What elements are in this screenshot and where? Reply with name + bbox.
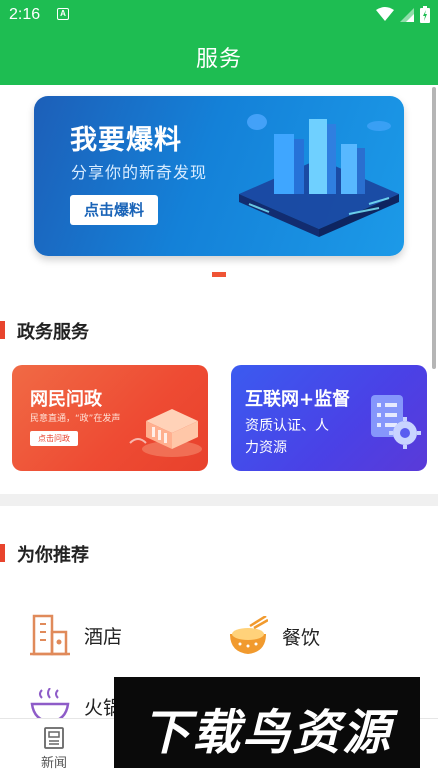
notification-icon: A <box>57 8 69 20</box>
hotel-icon <box>30 614 70 656</box>
signal-icon <box>400 7 414 22</box>
gov-section-title: 政务服务 <box>17 322 89 343</box>
rec-section-title: 为你推荐 <box>17 545 89 566</box>
inquiry-button[interactable]: 点击问政 <box>30 431 78 446</box>
carousel-indicator[interactable] <box>212 272 226 277</box>
nav-tab-news[interactable]: 新闻 <box>24 727 84 771</box>
card-subtitle: 民意直通，“政”在发声 <box>30 414 121 424</box>
scrollbar[interactable] <box>432 87 436 369</box>
section-divider <box>0 494 438 506</box>
government-building-icon <box>129 409 202 457</box>
card-title: 网民问政 <box>30 389 102 410</box>
wifi-icon <box>376 7 394 21</box>
rec-item-dining[interactable]: 餐饮 <box>228 616 320 656</box>
card-subtitle: 资质认证、人力资源 <box>245 418 329 456</box>
rec-item-hotel[interactable]: 酒店 <box>30 614 122 656</box>
section-marker <box>0 544 5 562</box>
banner-report[interactable]: 我要爆料 分享你的新奇发现 点击爆料 <box>34 96 404 256</box>
battery-icon <box>420 6 430 23</box>
news-icon <box>44 727 64 749</box>
card-netizen-inquiry[interactable]: 网民问政 民意直通，“政”在发声 点击问政 <box>12 365 208 471</box>
status-icons <box>376 6 430 23</box>
dining-icon <box>230 616 268 654</box>
banner-subtitle: 分享你的新奇发现 <box>71 163 208 182</box>
nav-label: 新闻 <box>40 756 67 771</box>
banner-report-button[interactable]: 点击爆料 <box>70 195 158 225</box>
rec-item-label: 酒店 <box>84 625 123 648</box>
card-title: 互联网+监督 <box>245 389 351 410</box>
page-title: 服务 <box>195 47 242 72</box>
document-gear-icon <box>371 395 421 449</box>
status-time: 2:16 <box>9 6 41 23</box>
watermark-overlay: 下载鸟资源 <box>114 677 420 768</box>
section-marker <box>0 321 5 339</box>
smart-city-illustration <box>239 114 399 237</box>
title-bar: 服务 <box>0 30 438 85</box>
card-internet-supervision[interactable]: 互联网+监督 资质认证、人力资源 <box>231 365 427 471</box>
banner-title: 我要爆料 <box>70 125 182 156</box>
status-bar: 2:16 A <box>0 0 438 30</box>
rec-item-label: 餐饮 <box>282 626 321 649</box>
watermark-text: 下载鸟资源 <box>141 705 392 761</box>
